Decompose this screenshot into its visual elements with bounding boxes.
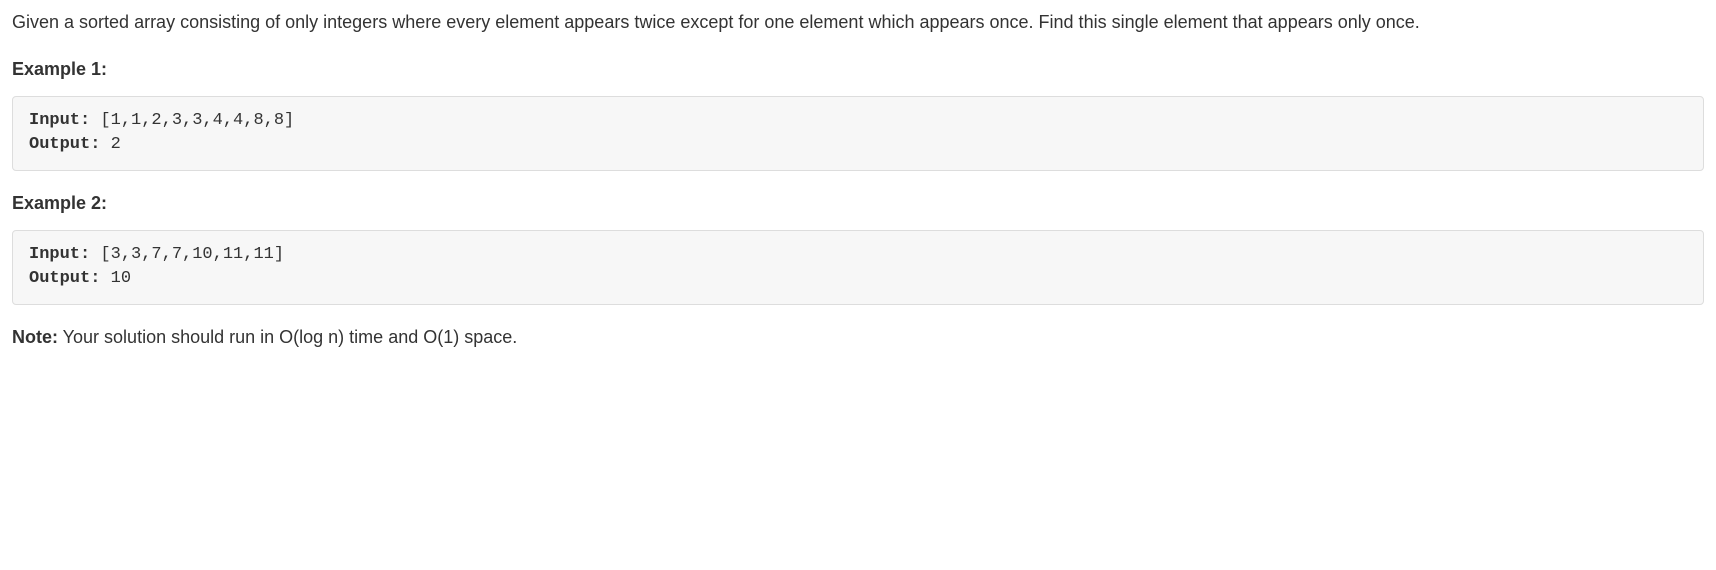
input-value: [3,3,7,7,10,11,11] <box>90 245 284 264</box>
example-2-code: Input: [3,3,7,7,10,11,11] Output: 10 <box>12 230 1704 305</box>
output-label: Output: <box>29 135 100 154</box>
example-1-code: Input: [1,1,2,3,3,4,4,8,8] Output: 2 <box>12 96 1704 171</box>
example-1-heading: Example 1: <box>12 55 1704 84</box>
output-label: Output: <box>29 269 100 288</box>
note-line: Note: Your solution should run in O(log … <box>12 323 1704 352</box>
example-2-heading: Example 2: <box>12 189 1704 218</box>
problem-description: Given a sorted array consisting of only … <box>12 8 1704 37</box>
output-value: 10 <box>100 269 131 288</box>
input-label: Input: <box>29 245 90 264</box>
input-value: [1,1,2,3,3,4,4,8,8] <box>90 111 294 130</box>
note-label: Note: <box>12 327 58 347</box>
input-label: Input: <box>29 111 90 130</box>
output-value: 2 <box>100 135 120 154</box>
note-text: Your solution should run in O(log n) tim… <box>58 327 517 347</box>
